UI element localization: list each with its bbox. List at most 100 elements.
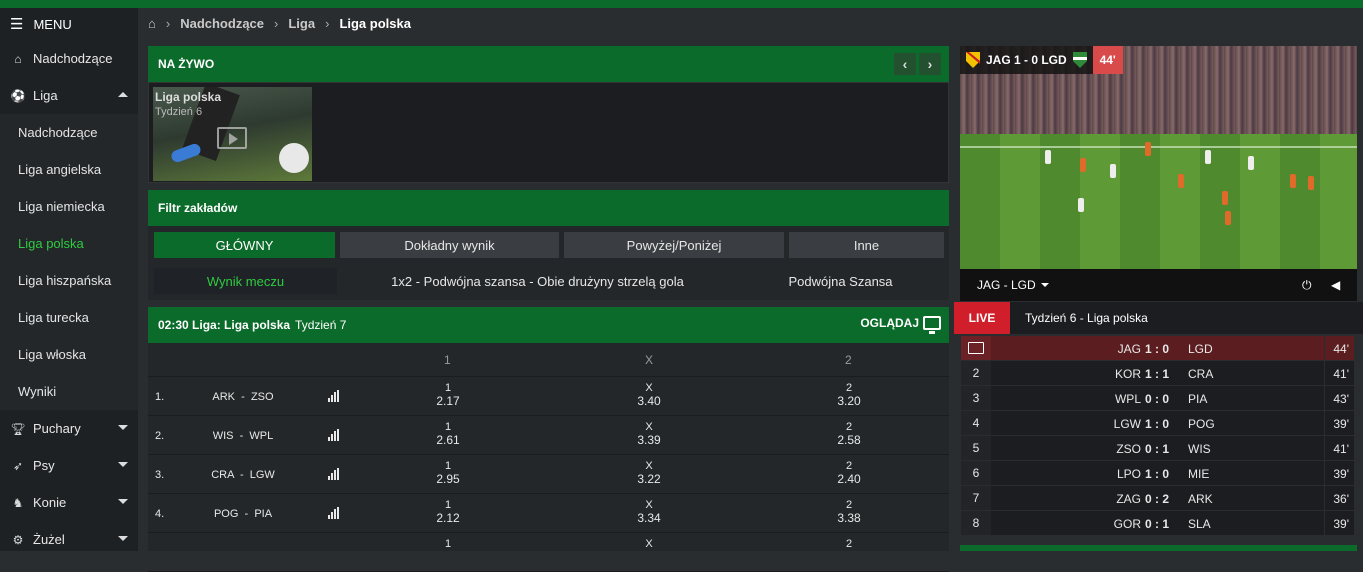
odd-away-button[interactable]: 2 3.38 bbox=[819, 499, 879, 525]
menu-label: MENU bbox=[33, 16, 72, 32]
match-minute: 41' bbox=[1333, 442, 1349, 456]
sidebar-subitem-turkish-league[interactable]: Liga turecka bbox=[0, 299, 138, 336]
odd-away-button[interactable]: 2 bbox=[819, 538, 879, 551]
table-row: 1. ARK - ZSO 1 2.17 X 3.40 2 3.20 bbox=[148, 377, 949, 416]
odd-home-button[interactable]: 1 2.61 bbox=[418, 421, 478, 447]
sidebar-item-horses[interactable]: ♞ Konie bbox=[0, 484, 138, 521]
chevron-right-icon: › bbox=[165, 15, 171, 31]
subtab-1x2-double-chance-btts[interactable]: 1x2 - Podwójna szansa - Obie drużyny str… bbox=[343, 268, 732, 294]
odd-home-button[interactable]: 1 2.12 bbox=[418, 499, 478, 525]
odd-value: 3.40 bbox=[637, 394, 661, 408]
watch-button[interactable]: OGLĄDAJ bbox=[860, 316, 941, 334]
speedway-icon: ⚙ bbox=[12, 532, 24, 547]
match-teams[interactable]: POG - PIA bbox=[208, 508, 278, 520]
sidebar-item-league[interactable]: ⚽ Liga bbox=[0, 77, 138, 114]
tab-main[interactable]: GŁÓWNY bbox=[154, 232, 335, 258]
away-team: WPL bbox=[249, 430, 274, 442]
sidebar-subitem-upcoming[interactable]: Nadchodzące bbox=[0, 114, 138, 151]
match-round-header: 02:30 Liga: Liga polska Tydzień 7 OGLĄDA… bbox=[148, 307, 949, 343]
result-row[interactable]: 6 LPO 1 : 0 MIE 39' bbox=[961, 461, 1354, 486]
sidebar-item-label: Nadchodzące bbox=[33, 51, 113, 66]
odd-home-button[interactable]: 1 bbox=[418, 538, 478, 551]
home-icon[interactable]: ⌂ bbox=[148, 16, 156, 31]
sidebar-item-cups[interactable]: 🏆︎ Puchary bbox=[0, 410, 138, 447]
subtab-match-result[interactable]: Wynik meczu bbox=[154, 268, 337, 294]
table-row: 2. WIS - WPL 1 2.61 X 3.39 2 2.58 bbox=[148, 416, 949, 455]
result-row[interactable]: 5 ZSO 0 : 1 WIS 41' bbox=[961, 436, 1354, 461]
player-figure bbox=[1078, 198, 1084, 212]
hamburger-icon: ☰ bbox=[10, 16, 24, 33]
odd-draw-button[interactable]: X bbox=[619, 538, 679, 551]
sidebar-item-upcoming[interactable]: ⌂ Nadchodzące bbox=[0, 40, 138, 77]
live-video-player[interactable]: JAG 1 - 0 LGD 44' bbox=[960, 46, 1357, 269]
result-row[interactable]: 8 GOR 0 : 1 SLA 39' bbox=[961, 511, 1354, 536]
stats-icon[interactable] bbox=[328, 390, 340, 402]
sidebar-subitem-spanish-league[interactable]: Liga hiszpańska bbox=[0, 262, 138, 299]
breadcrumb-item[interactable]: Liga bbox=[288, 16, 315, 31]
odd-value: 2.58 bbox=[837, 433, 861, 447]
home-team: POG bbox=[213, 508, 239, 520]
result-row[interactable]: 2 KOR 1 : 1 CRA 41' bbox=[961, 361, 1354, 386]
odd-away-button[interactable]: 2 2.58 bbox=[819, 421, 879, 447]
row-number: 6 bbox=[961, 461, 991, 485]
away-team: PIA bbox=[254, 508, 273, 520]
match-teams[interactable]: ARK - ZSO bbox=[208, 391, 278, 403]
live-event-thumbnail[interactable]: Liga polska Tydzień 6 bbox=[153, 87, 312, 181]
match-teams[interactable]: WIS - WPL bbox=[208, 430, 278, 442]
caret-down-icon[interactable] bbox=[1040, 283, 1049, 287]
odd-draw-button[interactable]: X 3.34 bbox=[619, 499, 679, 525]
sidebar-item-dogs[interactable]: ➶ Psy bbox=[0, 447, 138, 484]
odd-value: 2.40 bbox=[837, 472, 861, 486]
pitch-image bbox=[960, 134, 1357, 269]
match-minute: 36' bbox=[1333, 492, 1349, 506]
volume-icon[interactable]: ◀ bbox=[1331, 278, 1340, 292]
result-row[interactable]: 3 WPL 0 : 0 PIA 43' bbox=[961, 386, 1354, 411]
away-team: CRA bbox=[1188, 367, 1214, 381]
sidebar-subitem-italian-league[interactable]: Liga włoska bbox=[0, 336, 138, 373]
player-figure bbox=[1290, 174, 1296, 188]
match-select[interactable]: JAG - LGD bbox=[977, 278, 1036, 292]
tab-over-under[interactable]: Powyżej/Poniżej bbox=[564, 232, 784, 258]
odd-draw-button[interactable]: X 3.40 bbox=[619, 382, 679, 408]
player-figure bbox=[1222, 191, 1228, 205]
odd-label: 1 bbox=[444, 538, 452, 550]
match-teams[interactable]: CRA - LGW bbox=[208, 469, 278, 481]
top-accent-bar bbox=[0, 0, 1363, 8]
live-nav: ‹ › bbox=[894, 53, 941, 75]
next-arrow-button[interactable]: › bbox=[919, 53, 941, 75]
stats-icon[interactable] bbox=[328, 429, 340, 441]
prev-arrow-button[interactable]: ‹ bbox=[894, 53, 916, 75]
subtab-double-chance[interactable]: Podwójna Szansa bbox=[738, 268, 943, 294]
result-row[interactable]: 7 ZAG 0 : 2 ARK 36' bbox=[961, 486, 1354, 511]
tab-exact-score[interactable]: Dokładny wynik bbox=[340, 232, 559, 258]
odd-label: X bbox=[645, 538, 653, 550]
row-number: 2 bbox=[961, 361, 991, 385]
menu-toggle[interactable]: ☰ MENU bbox=[0, 8, 138, 40]
play-video-icon bbox=[217, 127, 247, 149]
row-number: 7 bbox=[961, 486, 991, 510]
away-team: PIA bbox=[1188, 392, 1208, 406]
sidebar-subitem-german-league[interactable]: Liga niemiecka bbox=[0, 188, 138, 225]
odd-draw-button[interactable]: X 3.39 bbox=[619, 421, 679, 447]
score-text: JAG 1 - 0 LGD bbox=[986, 53, 1067, 67]
tab-other[interactable]: Inne bbox=[789, 232, 944, 258]
odd-draw-button[interactable]: X 3.22 bbox=[619, 460, 679, 486]
stats-icon[interactable] bbox=[328, 507, 340, 519]
sidebar-subitem-polish-league[interactable]: Liga polska bbox=[0, 225, 138, 262]
result-row[interactable]: 4 LGW 1 : 0 POG 39' bbox=[961, 411, 1354, 436]
breadcrumb-item[interactable]: Nadchodzące bbox=[180, 16, 264, 31]
away-team: POG bbox=[1188, 417, 1215, 431]
sidebar-subitem-results[interactable]: Wyniki bbox=[0, 373, 138, 410]
odd-home-button[interactable]: 1 2.17 bbox=[418, 382, 478, 408]
sidebar-item-speedway[interactable]: ⚙ Żużel bbox=[0, 521, 138, 558]
odd-home-button[interactable]: 1 2.95 bbox=[418, 460, 478, 486]
sidebar-subitem-english-league[interactable]: Liga angielska bbox=[0, 151, 138, 188]
odd-away-button[interactable]: 2 3.20 bbox=[819, 382, 879, 408]
result-row[interactable]: JAG 1 : 0 LGD 44' bbox=[961, 336, 1354, 361]
horse-icon: ♞ bbox=[12, 495, 24, 510]
away-team: MIE bbox=[1188, 467, 1210, 481]
score-overlay: JAG 1 - 0 LGD 44' bbox=[960, 46, 1123, 74]
power-icon[interactable]: ⏻ bbox=[1302, 278, 1312, 293]
odd-away-button[interactable]: 2 2.40 bbox=[819, 460, 879, 486]
stats-icon[interactable] bbox=[328, 468, 340, 480]
